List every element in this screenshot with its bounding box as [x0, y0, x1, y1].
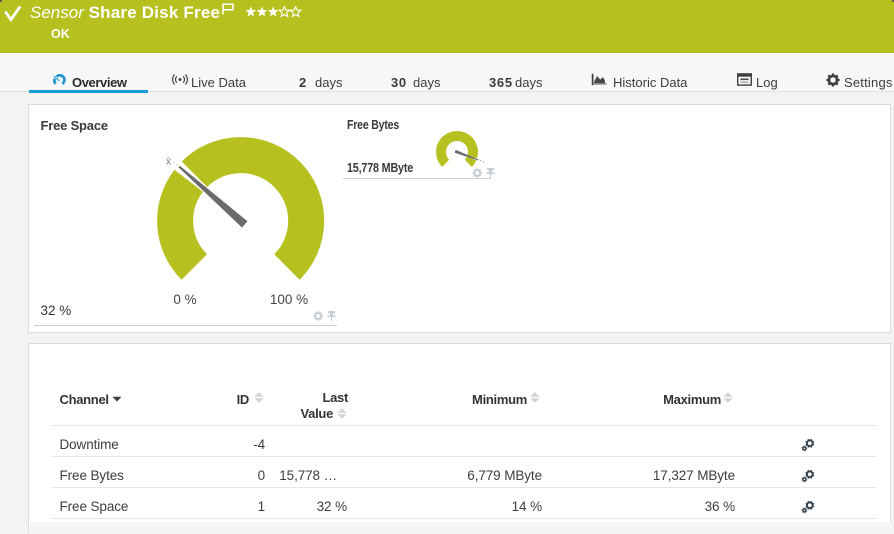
- svg-text:x̄: x̄: [166, 156, 172, 168]
